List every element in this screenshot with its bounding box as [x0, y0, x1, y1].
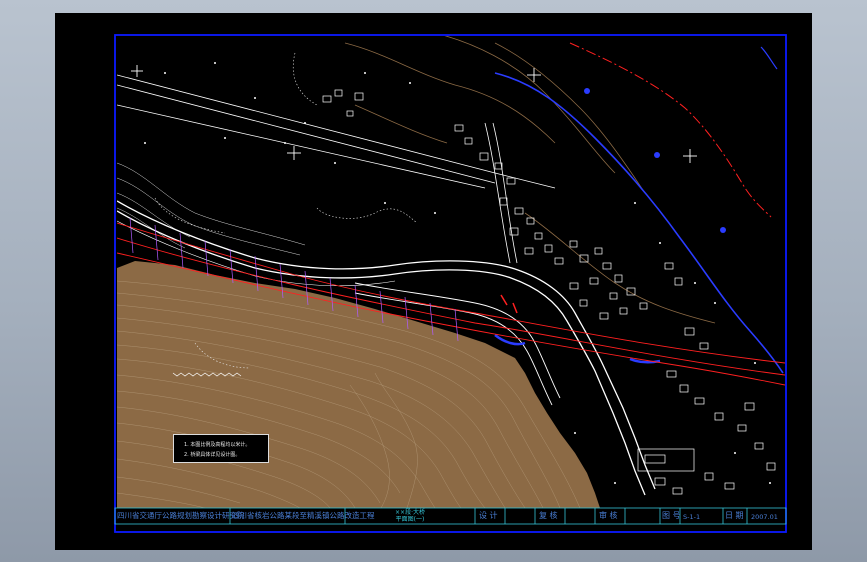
tb-drawing-no: S-1-1 [683, 513, 701, 521]
straight-roads [117, 74, 556, 264]
note-line-1: 1. 本图比例及高程均以米计。 [184, 442, 251, 448]
tb-audit-label: 审 核 [599, 511, 618, 520]
cad-model-space[interactable]: 1. 本图比例及高程均以米计。 2. 桥梁具体详见设计图。 四川省交通厅公路规划… [55, 13, 812, 550]
upper-contours [117, 162, 306, 256]
upper-terrain-lines [344, 36, 716, 324]
notes-box: 1. 本图比例及高程均以米计。 2. 桥梁具体详见设计图。 [173, 434, 269, 463]
tb-date: 2007.01 [751, 513, 778, 521]
river-bank [494, 72, 784, 374]
bridge-marker [500, 294, 518, 314]
topographic-drawing [114, 34, 787, 533]
tb-drawing-title-1: ××段·大桥 [395, 509, 425, 516]
blue-rock-outline [760, 46, 778, 70]
note-line-2: 2. 桥梁具体详见设计图。 [184, 452, 241, 458]
tb-review-label: 复 核 [539, 511, 558, 520]
tb-date-label: 日 期 [725, 511, 744, 520]
boundary-red-line [569, 42, 772, 218]
tb-drawing-title-2: 平面图(一) [395, 516, 425, 523]
tb-organization: 四川省交通厅公路规划勘察设计研究院 [117, 511, 245, 520]
river-small-blue [494, 334, 526, 346]
grid-crosses [131, 65, 697, 163]
mountain-terrain [117, 261, 600, 508]
tb-drawing-no-label: 图 号 [662, 511, 681, 520]
tb-design-label: 设 计 [479, 511, 498, 520]
benchmark-markers [584, 88, 726, 233]
